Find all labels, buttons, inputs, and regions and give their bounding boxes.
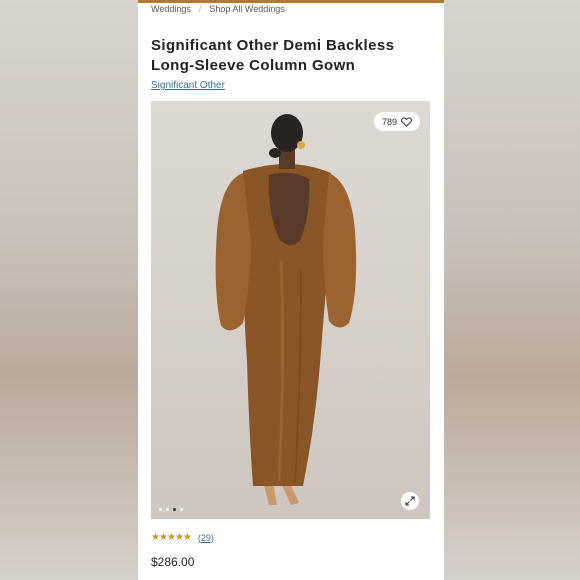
- product-image[interactable]: 789: [151, 101, 430, 519]
- carousel-dot[interactable]: [180, 508, 183, 511]
- carousel-dot[interactable]: [166, 508, 169, 511]
- carousel-dot-active[interactable]: [173, 508, 176, 511]
- product-rating: ★★★★★ (29): [151, 532, 214, 543]
- expand-icon: [405, 496, 415, 506]
- heart-icon: [401, 116, 412, 127]
- breadcrumb-separator: /: [198, 4, 202, 14]
- dress-model-illustration: [215, 114, 357, 505]
- favorite-button[interactable]: 789: [373, 112, 420, 131]
- breadcrumb-shop-all-weddings[interactable]: Shop All Weddings: [209, 4, 284, 14]
- header-accent-bar: [138, 0, 444, 3]
- star-rating-icon: ★★★★★: [151, 532, 192, 543]
- product-price: $286.00: [151, 555, 195, 569]
- background-blur-right: [444, 0, 580, 580]
- carousel-dot[interactable]: [159, 508, 162, 511]
- product-page: Weddings / Shop All Weddings Significant…: [138, 0, 444, 580]
- expand-image-button[interactable]: [401, 492, 419, 510]
- review-count-link[interactable]: (29): [198, 533, 214, 543]
- carousel-dots: [159, 508, 183, 511]
- favorite-count: 789: [381, 116, 397, 127]
- brand-link[interactable]: Significant Other: [151, 80, 225, 91]
- breadcrumb-weddings[interactable]: Weddings: [151, 4, 191, 14]
- background-blur-left: [0, 0, 138, 580]
- breadcrumb: Weddings / Shop All Weddings: [151, 4, 285, 14]
- product-title: Significant Other Demi Backless Long-Sle…: [151, 37, 395, 74]
